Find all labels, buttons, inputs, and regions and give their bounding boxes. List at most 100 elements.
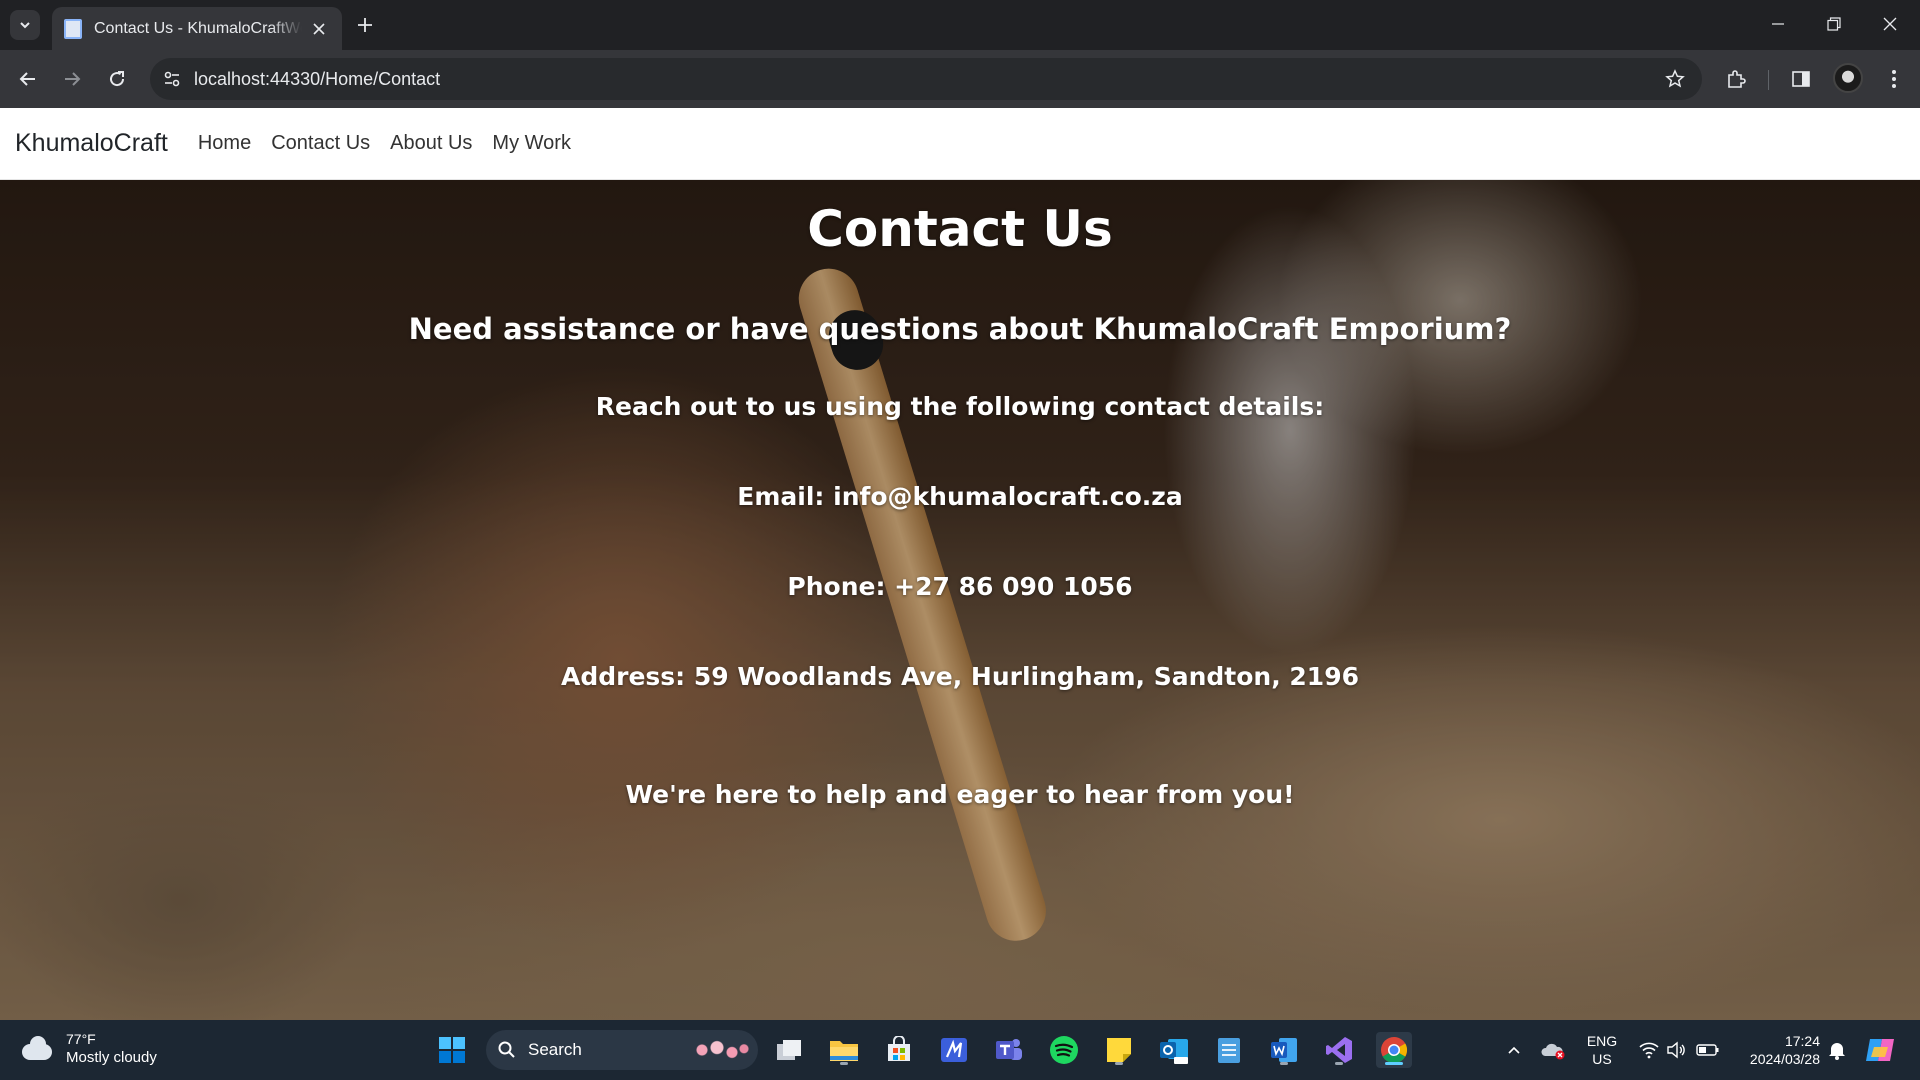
running-indicator	[1335, 1062, 1343, 1065]
cloud-icon	[20, 1036, 54, 1062]
windows-logo-icon	[439, 1037, 465, 1063]
back-button[interactable]	[10, 61, 46, 97]
profile-avatar[interactable]	[1833, 63, 1863, 93]
onedrive-status-button[interactable]	[1538, 1020, 1568, 1080]
clock-time: 17:24	[1784, 1033, 1820, 1049]
tab-title: Contact Us - KhumaloCraftWeb	[94, 19, 302, 37]
tune-icon	[164, 71, 180, 87]
file-explorer-button[interactable]	[826, 1032, 862, 1068]
windows-taskbar: 77°F Mostly cloudy Search ENG US 17:24 2…	[0, 1020, 1920, 1080]
browser-toolbar: localhost:44330/Home/Contact	[0, 50, 1920, 108]
close-window-button[interactable]	[1862, 0, 1918, 48]
sticky-notes-button[interactable]	[1101, 1032, 1137, 1068]
weather-widget[interactable]: 77°F Mostly cloudy	[20, 1030, 157, 1068]
nav-link-my-work[interactable]: My Work	[492, 132, 571, 155]
running-indicator	[1115, 1062, 1123, 1065]
notepad-button[interactable]	[1211, 1032, 1247, 1068]
reload-icon	[110, 71, 125, 87]
battery-button[interactable]	[1694, 1020, 1722, 1080]
browser-tabstrip: Contact Us - KhumaloCraftWeb	[0, 0, 1920, 50]
taskbar-search[interactable]: Search	[486, 1030, 758, 1070]
active-indicator	[1385, 1062, 1403, 1065]
word-button[interactable]	[1266, 1032, 1302, 1068]
copilot-button[interactable]	[1862, 1020, 1898, 1080]
side-panel-icon	[1792, 71, 1810, 87]
nav-link-about-us[interactable]: About Us	[390, 132, 472, 155]
contact-phone: Phone: +27 86 090 1056	[787, 572, 1133, 601]
restore-button[interactable]	[1806, 0, 1862, 48]
search-icon	[498, 1041, 515, 1058]
nav-link-contact-us[interactable]: Contact Us	[271, 132, 370, 155]
start-button[interactable]	[434, 1032, 470, 1068]
folder-icon	[830, 1041, 858, 1061]
site-info-button[interactable]	[156, 63, 188, 95]
page-title: Contact Us	[807, 200, 1113, 258]
side-panel-button[interactable]	[1785, 63, 1817, 95]
battery-icon	[1696, 1044, 1719, 1056]
browser-tab-active[interactable]: Contact Us - KhumaloCraftWeb	[52, 7, 342, 50]
wifi-icon	[1639, 1042, 1659, 1059]
plus-icon	[358, 18, 372, 32]
chevron-down-icon	[20, 22, 30, 29]
task-view-icon	[777, 1040, 801, 1060]
system-clock[interactable]: 17:24 2024/03/28	[1730, 1032, 1820, 1068]
notepad-icon	[1218, 1038, 1240, 1063]
word-icon	[1271, 1038, 1297, 1062]
weather-condition: Mostly cloudy	[66, 1049, 157, 1066]
store-icon	[888, 1036, 910, 1061]
contact-lead: Reach out to us using the following cont…	[595, 392, 1325, 421]
clock-date: 2024/03/28	[1749, 1051, 1820, 1067]
notifications-button[interactable]	[1824, 1020, 1850, 1080]
chevron-up-icon	[1508, 1046, 1520, 1054]
minimize-icon	[1772, 23, 1784, 25]
close-icon	[1883, 17, 1897, 31]
outlook-button[interactable]	[1156, 1032, 1192, 1068]
outlook-icon	[1160, 1039, 1188, 1064]
input-language-button[interactable]: ENG US	[1580, 1032, 1624, 1068]
network-button[interactable]	[1636, 1020, 1662, 1080]
running-indicator	[1280, 1062, 1288, 1065]
arrow-left-icon	[19, 72, 35, 86]
chrome-menu-button[interactable]	[1878, 63, 1910, 95]
bell-icon	[1829, 1043, 1845, 1060]
visual-studio-code-button[interactable]	[936, 1032, 972, 1068]
site-brand-link[interactable]: KhumaloCraft	[15, 129, 168, 158]
teams-button[interactable]	[991, 1032, 1027, 1068]
reload-button[interactable]	[99, 61, 135, 97]
close-icon	[313, 22, 325, 35]
tab-close-button[interactable]	[308, 18, 330, 40]
site-navbar: KhumaloCraft Home Contact Us About Us My…	[0, 108, 1920, 180]
sticky-notes-icon	[1107, 1038, 1131, 1062]
bookmark-button[interactable]	[1660, 64, 1690, 94]
visual-studio-icon	[941, 1038, 967, 1062]
nav-link-home[interactable]: Home	[198, 132, 251, 155]
visual-studio-button[interactable]	[1321, 1032, 1357, 1068]
puzzle-icon	[1728, 70, 1746, 88]
forward-button[interactable]	[54, 61, 90, 97]
chrome-icon	[1381, 1037, 1408, 1064]
restore-icon	[1827, 17, 1841, 31]
address-bar[interactable]: localhost:44330/Home/Contact	[150, 58, 1702, 100]
contact-intro: Need assistance or have questions about …	[408, 312, 1512, 346]
toolbar-separator	[1768, 70, 1769, 90]
spotify-icon	[1050, 1036, 1078, 1064]
visual-studio-purple-icon	[1326, 1037, 1352, 1063]
web-page: KhumaloCraft Home Contact Us About Us My…	[0, 108, 1920, 1020]
contact-address: Address: 59 Woodlands Ave, Hurlingham, S…	[560, 662, 1359, 691]
arrow-right-icon	[65, 72, 81, 86]
contact-hero: Contact Us Need assistance or have quest…	[0, 180, 1920, 1020]
tab-search-button[interactable]	[10, 10, 40, 40]
extensions-button[interactable]	[1720, 63, 1752, 95]
volume-button[interactable]	[1664, 1020, 1688, 1080]
chrome-taskbar-button[interactable]	[1376, 1032, 1412, 1068]
search-highlight-blossom-icon	[690, 1038, 750, 1062]
speaker-icon	[1667, 1041, 1685, 1059]
new-tab-button[interactable]	[352, 12, 378, 38]
microsoft-store-button[interactable]	[881, 1032, 917, 1068]
spotify-button[interactable]	[1046, 1032, 1082, 1068]
contact-email: Email: info@khumalocraft.co.za	[737, 482, 1183, 511]
weather-temperature: 77°F	[66, 1031, 96, 1047]
minimize-button[interactable]	[1750, 0, 1806, 48]
show-hidden-icons-button[interactable]	[1500, 1020, 1528, 1080]
task-view-button[interactable]	[771, 1032, 807, 1068]
